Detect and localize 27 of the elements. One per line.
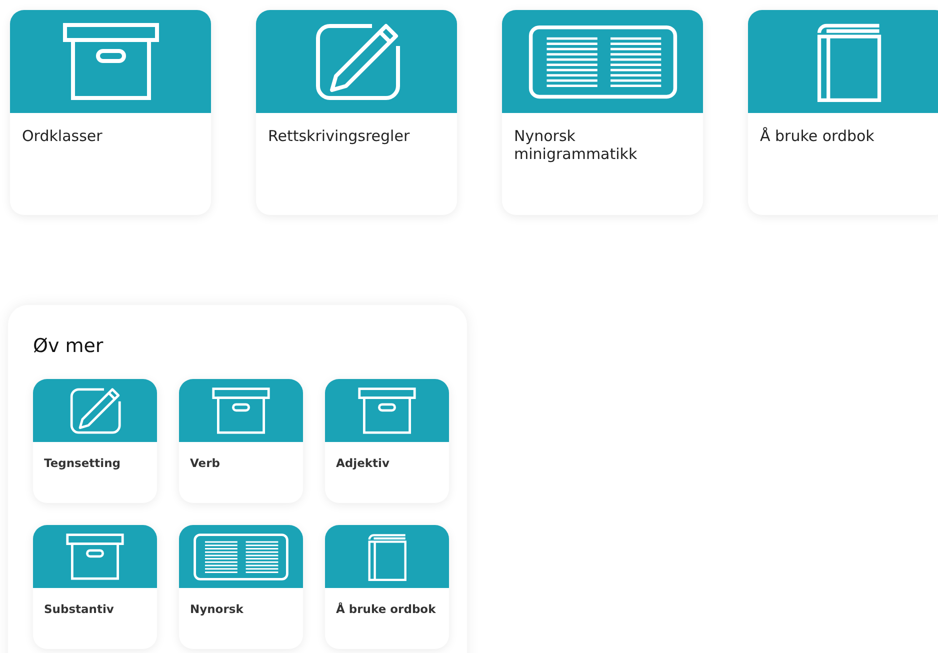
topic-card[interactable]: Rettskrivingsregler [256, 10, 457, 215]
practice-card[interactable]: Å bruke ordbok [325, 525, 449, 649]
card-title: Nynorsk [189, 601, 244, 618]
card-title: Verb [189, 455, 221, 472]
card-title: Å bruke ordbok [335, 601, 437, 618]
topic-card[interactable]: Nynorsk minigrammatikk [502, 10, 703, 215]
box-icon [60, 22, 160, 102]
section-heading: Øv mer [33, 335, 104, 357]
card-title: Substantiv [43, 601, 115, 618]
pencil-icon [68, 386, 122, 434]
practice-card[interactable]: Tegnsetting [33, 379, 157, 503]
card-title: Tegnsetting [43, 455, 122, 472]
card-title: Nynorsk minigrammatikk [513, 126, 638, 165]
practice-card[interactable]: Nynorsk [179, 525, 303, 649]
box-icon [65, 532, 125, 580]
open-book-icon [193, 532, 289, 580]
card-title: Rettskrivingsregler [267, 126, 411, 147]
practice-card[interactable]: Verb [179, 379, 303, 503]
topic-card[interactable]: Ordklasser [10, 10, 211, 215]
card-title: Adjektiv [335, 455, 390, 472]
practice-card[interactable]: Substantiv [33, 525, 157, 649]
topic-card[interactable]: Å bruke ordbok [748, 10, 938, 215]
box-icon [357, 386, 417, 434]
card-title: Å bruke ordbok [759, 126, 876, 147]
practice-card[interactable]: Adjektiv [325, 379, 449, 503]
card-title: Ordklasser [21, 126, 104, 147]
box-icon [211, 386, 271, 434]
